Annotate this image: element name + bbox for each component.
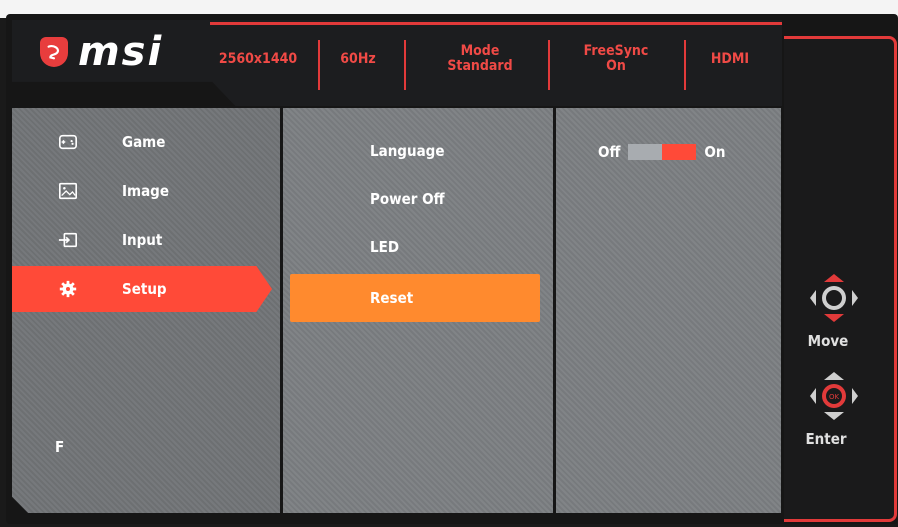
freesync-value: On [606, 58, 626, 74]
toggle-off-segment [628, 144, 663, 160]
menu-item-label: Image [122, 182, 169, 200]
status-divider [684, 40, 686, 90]
resolution-value: 2560x1440 [218, 50, 298, 67]
menu-item-label: Game [122, 133, 166, 151]
reset-toggle-row: Off On [598, 143, 726, 161]
submenu-item-label: Language [370, 142, 445, 160]
status-resolution: 2560x1440 [212, 35, 304, 83]
menu-item-setup[interactable]: Setup [12, 266, 272, 312]
gear-icon [57, 278, 79, 300]
menu-item-game[interactable]: Game [12, 122, 267, 162]
status-divider [318, 40, 320, 90]
submenu-item-label: Power Off [370, 190, 445, 208]
msi-logo: msi [40, 32, 163, 72]
refresh-rate-value: 60Hz [340, 50, 376, 67]
status-freesync: FreeSync On [566, 35, 666, 83]
logo-text: msi [78, 29, 164, 75]
freesync-label: FreeSync [583, 43, 649, 59]
submenu-item-language[interactable]: Language [290, 128, 540, 174]
status-divider [548, 40, 550, 90]
submenu-item-led[interactable]: LED [290, 224, 540, 270]
submenu-item-label: Reset [370, 289, 414, 307]
status-input: HDMI [690, 35, 770, 83]
reset-toggle[interactable] [628, 144, 697, 160]
submenu-item-reset[interactable]: Reset [290, 274, 540, 322]
footer-f-label: F [55, 438, 65, 456]
enter-label: Enter [805, 430, 847, 448]
status-divider [404, 40, 406, 90]
toggle-on-segment [662, 144, 697, 160]
toggle-off-label: Off [598, 143, 621, 161]
menu-item-image[interactable]: Image [12, 171, 267, 211]
gamepad-icon [57, 131, 79, 153]
input-icon [57, 229, 79, 251]
msi-dragon-icon [40, 37, 68, 67]
input-value: HDMI [710, 50, 750, 67]
move-joystick-icon[interactable] [806, 270, 862, 326]
ok-text: OK [829, 393, 840, 401]
menu-item-label: Input [122, 231, 163, 249]
toggle-on-label: On [704, 143, 726, 161]
menu-item-input[interactable]: Input [12, 220, 267, 260]
submenu-item-label: LED [370, 238, 400, 256]
move-label: Move [807, 332, 849, 350]
option-panel [556, 108, 781, 513]
status-mode: Mode Standard [420, 35, 540, 83]
header-red-edge [210, 22, 782, 25]
image-icon [57, 180, 79, 202]
mode-label: Mode [460, 43, 500, 59]
enter-joystick-icon[interactable]: OK [806, 368, 862, 424]
submenu-item-power-off[interactable]: Power Off [290, 176, 540, 222]
menu-item-label: Setup [122, 280, 167, 298]
status-refresh-rate: 60Hz [322, 35, 394, 83]
mode-value: Standard [447, 58, 513, 74]
